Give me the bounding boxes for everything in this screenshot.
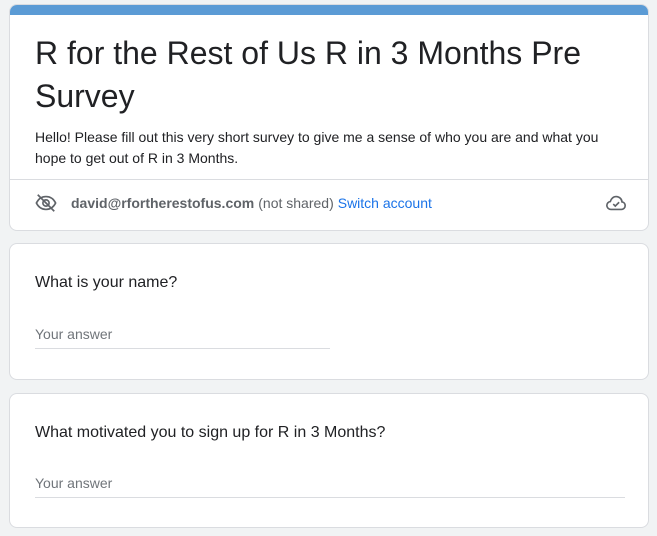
question-title: What motivated you to sign up for R in 3…	[35, 424, 386, 441]
motivation-answer-input[interactable]	[35, 475, 625, 498]
question-card-name: What is your name?	[9, 243, 649, 380]
theme-accent-bar	[10, 5, 648, 15]
switch-account-link[interactable]: Switch account	[338, 195, 432, 211]
header-divider	[10, 179, 648, 180]
form-title: R for the Rest of Us R in 3 Months Pre S…	[35, 35, 581, 114]
account-email: david@rfortherestofus.com	[71, 195, 255, 211]
question-card-motivation: What motivated you to sign up for R in 3…	[9, 393, 649, 528]
shared-status: (not shared)	[258, 195, 334, 211]
cloud-saved-icon[interactable]	[605, 192, 627, 214]
form-description: Hello! Please fill out this very short s…	[35, 129, 599, 166]
form-header-card: R for the Rest of Us R in 3 Months Pre S…	[9, 4, 649, 231]
question-title: What is your name?	[35, 274, 178, 291]
eye-off-icon	[35, 192, 57, 214]
name-answer-input[interactable]	[35, 326, 330, 349]
account-row: david@rfortherestofus.com (not shared) S…	[35, 191, 627, 215]
